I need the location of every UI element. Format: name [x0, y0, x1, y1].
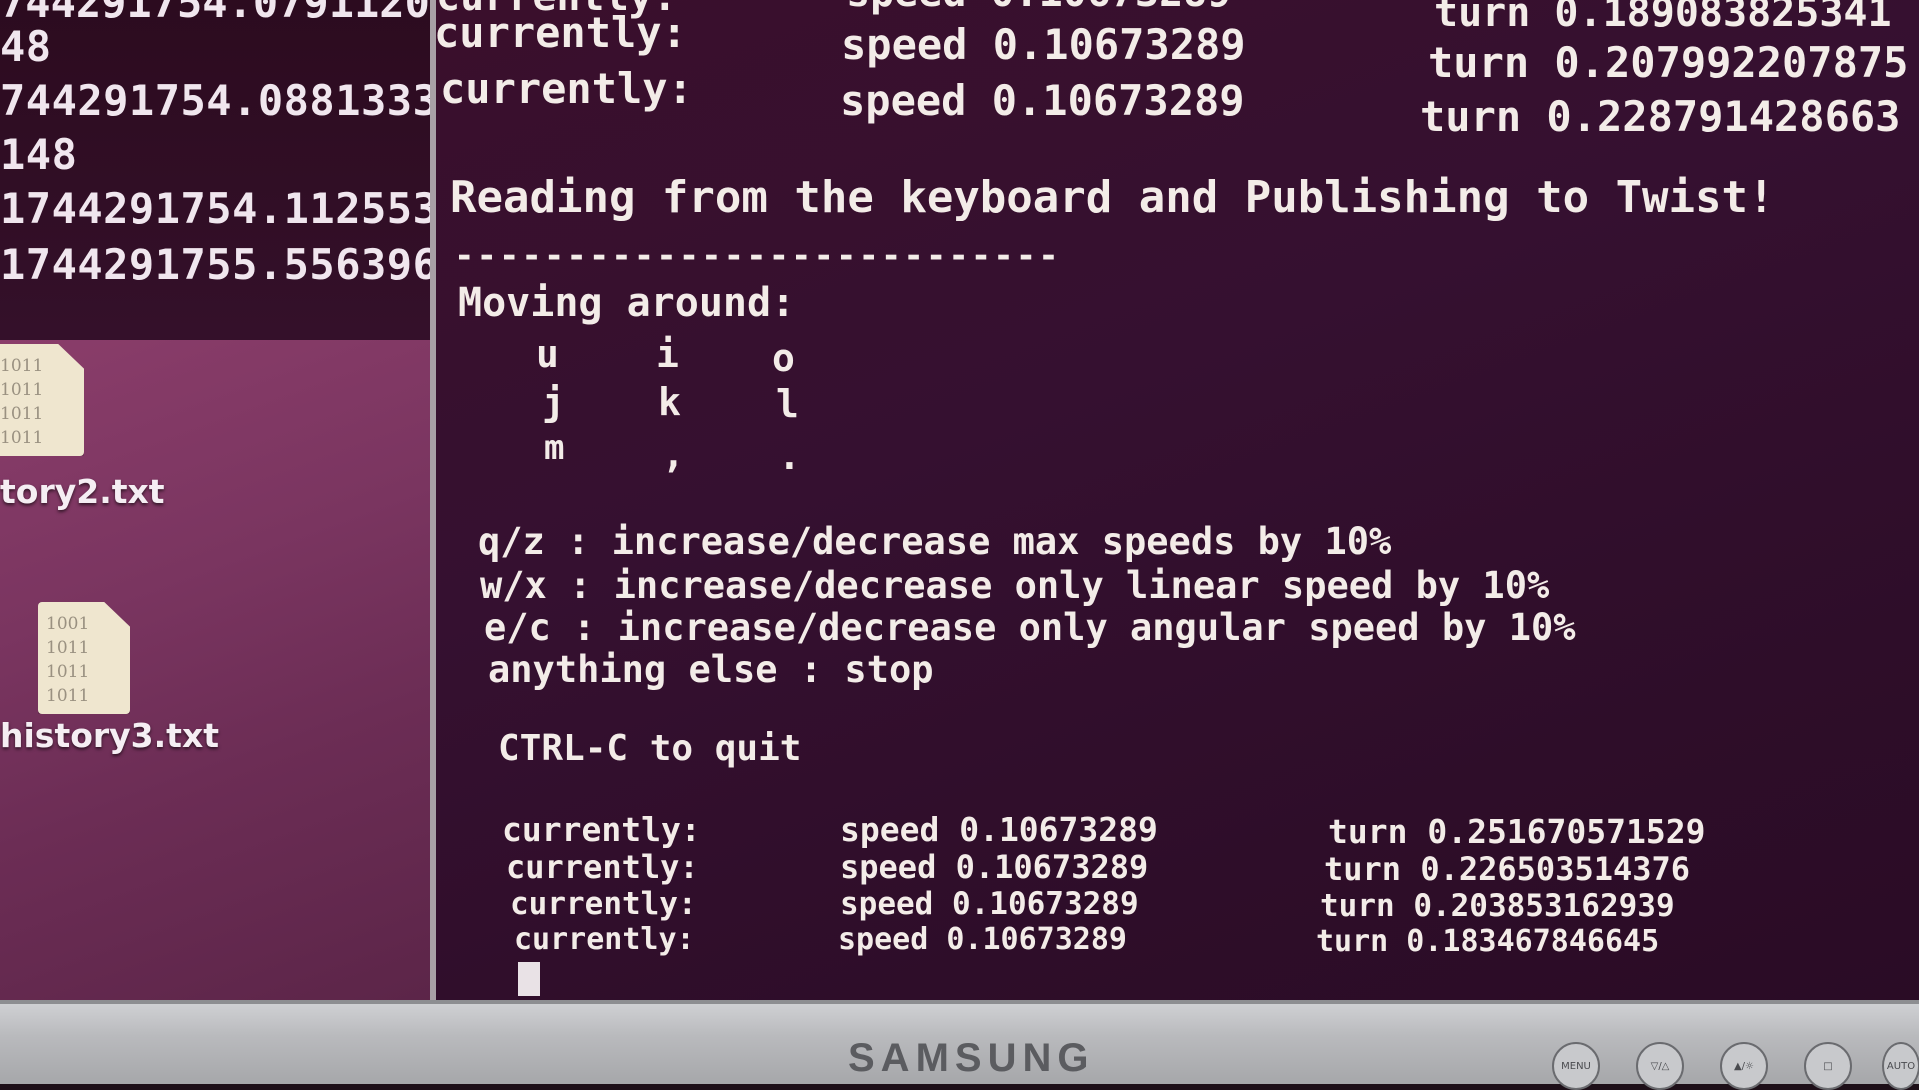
key-l: l	[776, 382, 799, 426]
terminal-line: 148	[0, 130, 78, 179]
text-file-icon: 1001 1011 1011 1011	[38, 602, 130, 714]
monitor-auto-button[interactable]: AUTO	[1882, 1042, 1919, 1090]
file-label: history3.txt	[0, 716, 220, 755]
help-line: q/z : increase/decrease max speeds by 10…	[478, 520, 1392, 563]
terminal-line: 1744291755.55639655	[0, 240, 452, 289]
file-label: tory2.txt	[0, 472, 165, 511]
left-terminal-window[interactable]: 744291754.0791120 48 744291754.08813335 …	[0, 0, 452, 340]
quit-hint: CTRL-C to quit	[498, 728, 802, 769]
key-u: u	[536, 332, 559, 376]
key-i: i	[656, 332, 679, 376]
help-line: anything else : stop	[488, 648, 934, 691]
main-terminal-window[interactable]: currently: speed 0.10673289 turn 0.18908…	[430, 0, 1919, 1010]
status-turn: turn 0.226503514376	[1324, 850, 1691, 888]
key-period: .	[778, 434, 801, 478]
terminal-cursor	[518, 962, 540, 996]
terminal-header: Reading from the keyboard and Publishing…	[450, 172, 1775, 223]
status-label: currently:	[510, 886, 697, 922]
status-speed: speed 0.10673289	[840, 848, 1149, 886]
terminal-line: 1744291754.11255343	[0, 184, 452, 233]
status-label: currently:	[440, 64, 693, 113]
status-label: currently:	[506, 848, 699, 886]
file-icon-bits: 1001 1011 1011 1011	[46, 614, 90, 706]
terminal-separator: ---------------------------	[454, 236, 1061, 276]
key-m: m	[544, 428, 565, 468]
status-label: currently:	[434, 8, 687, 57]
moving-around-label: Moving around:	[458, 280, 796, 326]
file-icon-bits: 1011 1011 1011 1011	[0, 356, 44, 448]
key-o: o	[772, 336, 795, 380]
status-speed: speed 0.10673289	[840, 810, 1158, 849]
status-speed: speed 0.10673289	[840, 886, 1139, 922]
key-j: j	[542, 380, 565, 424]
status-turn: turn 0.183467846645	[1316, 924, 1660, 959]
status-speed: speed 0.10673289	[840, 76, 1245, 125]
status-speed: speed 0.10673289	[838, 922, 1127, 957]
help-line: w/x : increase/decrease only linear spee…	[480, 564, 1550, 607]
status-turn: turn 0.189083825341	[1434, 0, 1892, 36]
monitor-brightness-button[interactable]: ▽/△	[1636, 1042, 1684, 1090]
key-comma: ,	[662, 432, 685, 476]
desktop-background: 1011 1011 1011 1011 tory2.txt 1001 1011 …	[0, 340, 500, 1010]
status-speed: speed 0.10673289	[846, 0, 1231, 16]
key-k: k	[658, 380, 681, 424]
terminal-line: 744291754.08813335	[0, 76, 452, 125]
status-turn: turn 0.228791428663	[1420, 92, 1901, 141]
help-line: e/c : increase/decrease only angular spe…	[484, 606, 1576, 649]
status-turn: turn 0.203853162939	[1320, 888, 1675, 924]
monitor-adjust-button[interactable]: ▲/☼	[1720, 1042, 1768, 1090]
text-file-icon: 1011 1011 1011 1011	[0, 344, 84, 456]
status-label: currently:	[514, 922, 695, 957]
status-turn: turn 0.251670571529	[1328, 812, 1706, 851]
status-turn: turn 0.207992207875	[1428, 38, 1909, 87]
monitor-brand-logo: SAMSUNG	[848, 1036, 1095, 1080]
status-speed: speed 0.10673289	[841, 20, 1246, 69]
terminal-line: 744291754.0791120	[0, 0, 430, 27]
monitor-source-button[interactable]: □	[1804, 1042, 1852, 1090]
status-label: currently:	[502, 810, 701, 849]
terminal-line: 48	[0, 22, 52, 71]
monitor-menu-button[interactable]: MENU	[1552, 1042, 1600, 1090]
